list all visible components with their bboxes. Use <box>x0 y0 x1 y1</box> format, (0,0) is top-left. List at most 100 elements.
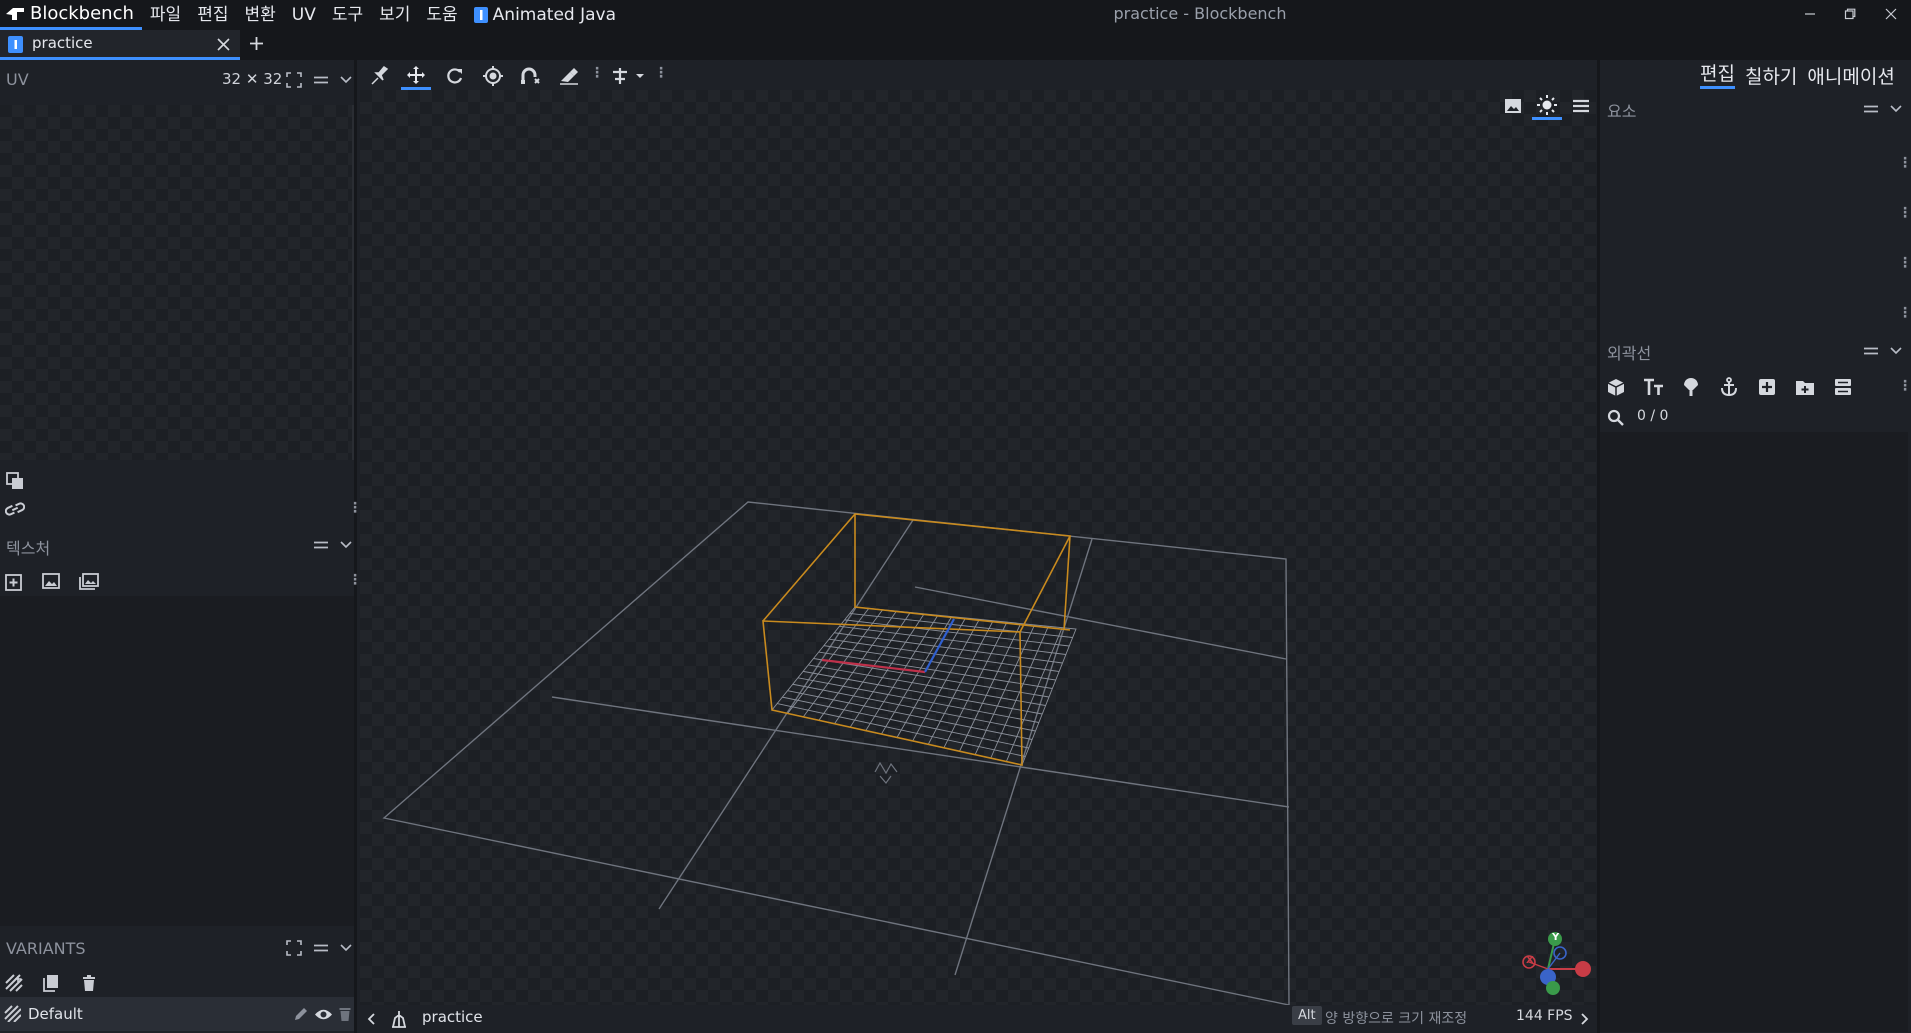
uv-copy-button[interactable] <box>4 470 26 492</box>
new-tab-button[interactable] <box>246 33 266 53</box>
create-texture-button[interactable] <box>40 570 62 592</box>
uv-fullscreen-button[interactable] <box>283 70 305 90</box>
elements-row-more-1[interactable]: ⋮ <box>1898 155 1911 171</box>
close-icon <box>216 37 230 51</box>
outliner-tree[interactable] <box>1600 432 1908 1032</box>
tab-bar <box>0 30 1911 60</box>
pivot-icon <box>483 66 503 86</box>
uv-collapse-button[interactable] <box>336 70 356 90</box>
elements-panel-menu-button[interactable] <box>1860 99 1882 119</box>
mode-tabs: 편집 칠하기 애니메이션 <box>1700 60 1895 90</box>
pin-tool-icon <box>371 66 389 85</box>
outliner-collapse-button[interactable] <box>1886 341 1906 361</box>
move-tool-button[interactable] <box>401 62 431 90</box>
chevron-left-icon <box>367 1013 375 1025</box>
resize-tool-button[interactable] <box>517 64 545 88</box>
elements-collapse-button[interactable] <box>1886 99 1906 119</box>
outliner-toolbar-more[interactable]: ⋮ <box>1898 378 1911 394</box>
toolbar-more[interactable]: ⋮ <box>654 65 668 81</box>
uv-link-button[interactable] <box>3 498 27 520</box>
block-outline <box>762 513 1072 766</box>
texture-list[interactable] <box>0 596 354 926</box>
fps-counter: 144 FPS <box>1516 1008 1573 1024</box>
gizmo-y-label: Y <box>1552 932 1560 943</box>
texture-pattern-icon <box>3 1004 21 1022</box>
mode-tab-paint[interactable]: 칠하기 <box>1745 62 1797 89</box>
import-texture-button[interactable] <box>3 570 25 592</box>
textures-collapse-button[interactable] <box>336 535 356 555</box>
uv-editor-canvas[interactable] <box>0 105 354 460</box>
add-cube-button[interactable] <box>1604 376 1628 398</box>
add-bone-button[interactable] <box>1680 376 1702 398</box>
variant-visibility-toggle[interactable] <box>312 1004 334 1024</box>
model-icon <box>8 36 23 53</box>
uv-size-label[interactable]: 32 ✕ 32 <box>222 70 282 88</box>
trash-icon <box>83 974 95 991</box>
search-icon <box>1607 409 1624 426</box>
collapse-all-button[interactable] <box>1832 376 1854 398</box>
duplicate-variant-button[interactable] <box>40 972 62 994</box>
images-icon <box>79 572 99 590</box>
folder-plus-icon <box>1796 380 1814 395</box>
status-project-name[interactable]: practice <box>422 1008 483 1026</box>
project-format-icon <box>386 1007 412 1031</box>
add-text-button[interactable] <box>1641 376 1667 398</box>
chevron-down-icon <box>1890 105 1902 113</box>
viewport-menu-button[interactable] <box>1568 94 1594 118</box>
key-hint-badge: Alt <box>1292 1006 1322 1025</box>
variants-fullscreen-button[interactable] <box>283 938 305 958</box>
mode-tab-edit[interactable]: 편집 <box>1700 62 1735 89</box>
elements-row-more-3[interactable]: ⋮ <box>1898 255 1911 271</box>
outliner-search-button[interactable] <box>1604 406 1626 428</box>
viewport-background-button[interactable] <box>1500 94 1526 118</box>
variants-collapse-button[interactable] <box>336 938 356 958</box>
toolbar-separator-more[interactable]: ⋮ <box>590 65 604 81</box>
status-left-arrow-button[interactable] <box>362 1008 380 1030</box>
texture-gallery-button[interactable] <box>77 570 101 592</box>
maximize-button[interactable] <box>1830 0 1870 28</box>
viewport-scene <box>382 501 1290 1005</box>
close-window-button[interactable] <box>1871 0 1911 28</box>
pencil-icon <box>294 1007 307 1020</box>
restore-icon <box>1844 8 1856 20</box>
uv-scrollbar[interactable] <box>352 105 354 460</box>
close-tab-button[interactable] <box>214 35 232 53</box>
rename-variant-button[interactable] <box>290 1004 310 1024</box>
status-right-arrow-button[interactable] <box>1576 1008 1594 1030</box>
list-collapse-icon <box>1835 379 1851 395</box>
transform-space-dropdown[interactable] <box>608 64 648 88</box>
add-variant-button[interactable] <box>3 972 25 994</box>
cube-icon <box>1607 378 1625 396</box>
elements-row-more-2[interactable]: ⋮ <box>1898 205 1911 221</box>
chevron-down-icon <box>340 76 352 84</box>
rotate-tool-button[interactable] <box>442 64 468 88</box>
viewport-lighting-button[interactable] <box>1532 92 1562 120</box>
mode-tab-animate[interactable]: 애니메이션 <box>1807 62 1894 89</box>
model-stand-icon <box>392 1011 406 1028</box>
add-locator-button[interactable] <box>1718 376 1740 398</box>
move-icon <box>407 65 425 84</box>
elements-row-more-4[interactable]: ⋮ <box>1898 305 1911 321</box>
add-group-button[interactable] <box>1794 376 1816 398</box>
delete-variant-row-button[interactable] <box>336 1004 354 1024</box>
outliner-panel-title: 외곽선 <box>1607 344 1652 363</box>
eye-icon <box>314 1009 332 1019</box>
3d-viewport[interactable] <box>360 90 1596 1005</box>
pivot-tool-button[interactable] <box>480 64 506 88</box>
bone-icon <box>1684 378 1698 396</box>
floor-grid <box>382 501 1290 1005</box>
variant-default-icon <box>2 1003 22 1023</box>
outliner-panel-menu-button[interactable] <box>1860 341 1882 361</box>
minimize-button[interactable] <box>1790 0 1830 28</box>
variants-panel-menu-button[interactable] <box>310 938 332 958</box>
delete-variant-button[interactable] <box>78 972 100 994</box>
add-element-button[interactable] <box>1756 376 1778 398</box>
vertex-snap-tool-button[interactable] <box>367 64 393 88</box>
link-icon <box>5 502 25 516</box>
paint-tool-button[interactable] <box>555 64 583 88</box>
textures-panel-menu-button[interactable] <box>310 535 332 555</box>
close-icon <box>1885 8 1897 20</box>
align-icon <box>613 68 644 84</box>
uv-panel-menu-button[interactable] <box>310 70 332 90</box>
fullscreen-icon <box>286 72 302 88</box>
